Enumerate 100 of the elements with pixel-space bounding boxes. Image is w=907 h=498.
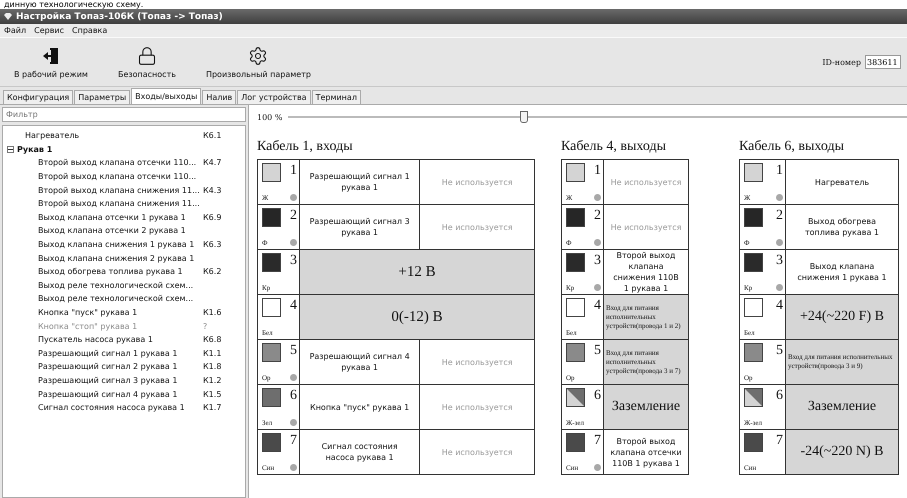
gem-icon	[4, 13, 12, 20]
tree-item[interactable]: Второй выход клапана отсечки 110...	[38, 172, 203, 182]
tree-item[interactable]: Кнопка "пуск" рукава 1	[38, 308, 203, 318]
tab[interactable]: Лог устройства	[237, 90, 311, 104]
power-label: -24(~220 N) В	[800, 444, 884, 460]
id-label: ID-номер	[822, 58, 861, 66]
toolbar-button[interactable]: В рабочий режим	[6, 44, 96, 80]
pin-number: 3	[776, 253, 783, 270]
pin-code: К6.2	[203, 267, 222, 276]
menu-item[interactable]: Справка	[72, 26, 108, 35]
signal-status: Не используется	[440, 176, 514, 188]
tree-item[interactable]: Выход реле технологической схем...	[38, 280, 203, 290]
power-label: Заземление	[808, 399, 876, 415]
signal-status: Не используется	[610, 176, 682, 188]
pin-number: 2	[290, 208, 297, 225]
pin-number: 4	[776, 298, 783, 315]
tree-item[interactable]: Разрешающий сигнал 2 рукава 1	[38, 362, 203, 372]
menu-item[interactable]: Сервис	[34, 26, 64, 35]
power-label: +12 В	[398, 264, 436, 280]
pin-code: К1.1	[203, 348, 222, 358]
pin-number: 1	[290, 163, 297, 180]
pin-number: 3	[290, 253, 297, 270]
signal-name: Второй выход клапана отсечки 110В 1 рукава 1	[609, 436, 683, 468]
tree-item[interactable]: Сигнал состояния насоса рукава 1	[38, 403, 203, 412]
signal-name: Выход клапана снижения 1 рукава 1	[796, 261, 888, 283]
tree-item[interactable]: Выход клапана отсечки 1 рукава 1	[38, 212, 203, 222]
pin-code: К4.7	[203, 158, 222, 168]
pin-number: 5	[776, 343, 783, 360]
signal-name: Кнопка "пуск" рукава 1	[309, 402, 410, 412]
tree-item[interactable]: Разрешающий сигнал 3 рукава 1	[38, 376, 203, 385]
tab[interactable]: Налив	[202, 90, 236, 104]
signal-status: Не используется	[610, 222, 682, 232]
tree-item[interactable]: Второй выход клапана снижения 11...	[38, 199, 203, 208]
pin-code: К6.1	[203, 131, 222, 140]
menu-item[interactable]: Файл	[4, 26, 26, 35]
pin-number: 5	[594, 343, 601, 360]
pin-number: 7	[290, 433, 297, 450]
pin-number: 7	[776, 433, 783, 450]
lock-icon	[136, 46, 157, 66]
tree-item[interactable]: Пускатель насоса рукава 1	[38, 335, 203, 344]
tree-item[interactable]: Выход обогрева топлива рукава 1	[38, 267, 203, 276]
pin-number: 4	[290, 298, 297, 315]
slider-thumb[interactable]	[520, 111, 528, 123]
signal-name: Второй выход клапана снижения 110В 1 рукава 1	[612, 250, 680, 294]
tab[interactable]: Терминал	[312, 90, 361, 104]
tree-item[interactable]: Нагреватель	[25, 131, 203, 140]
pin-code: К1.2	[203, 376, 222, 385]
pin-number: 6	[594, 388, 601, 405]
tree-item[interactable]: Выход клапана снижения 1 рукава 1	[38, 240, 203, 250]
signal-name: Выход обогрева топлива рукава 1	[804, 216, 880, 238]
signal-name: Разрешающий сигнал 4 рукава 1	[308, 351, 411, 373]
pin-code: ?	[203, 322, 208, 331]
tree-item[interactable]: Выход клапана отсечки 2 рукава 1	[38, 226, 203, 236]
pin-number: 4	[594, 298, 601, 315]
pin-number: 5	[290, 343, 297, 360]
pin-code: К1.6	[203, 308, 222, 318]
pin-code: К1.7	[203, 403, 222, 412]
pin-code: К6.3	[203, 240, 222, 250]
toolbar-button[interactable]: Произвольный параметр	[198, 44, 319, 80]
toolbar-button[interactable]: Безопасность	[110, 44, 184, 80]
pin-code: К1.5	[203, 390, 222, 399]
signal-name: Разрешающий сигнал 1 рукава 1	[308, 171, 411, 193]
zoom-label: 100 %	[257, 112, 282, 122]
pin-number: 6	[290, 388, 297, 405]
tree-item[interactable]: Второй выход клапана отсечки 110...	[38, 158, 203, 168]
cable-title: Кабель 6, выходы	[739, 139, 845, 156]
gear-icon	[248, 46, 268, 66]
signal-name: Разрешающий сигнал 3 рукава 1	[308, 216, 411, 238]
pin-number: 1	[594, 163, 601, 180]
tree-item[interactable]: Разрешающий сигнал 1 рукава 1	[38, 348, 203, 358]
pin-number: 1	[776, 163, 783, 180]
power-label: 0(-12) В	[391, 308, 443, 326]
cable-title: Кабель 4, выходы	[561, 139, 667, 156]
tab[interactable]: Конфигурация	[3, 90, 74, 104]
cable-title: Кабель 1, входы	[257, 139, 354, 156]
tab[interactable]: Входы/выходы	[131, 88, 202, 104]
pin-number: 2	[776, 208, 783, 225]
signal-status: Не используется	[440, 402, 514, 412]
power-label: +24(~220 F) В	[800, 309, 884, 325]
tree-item[interactable]: Второй выход клапана снижения 11...	[38, 186, 203, 195]
tab[interactable]: Параметры	[74, 90, 130, 104]
caption-text: динную технологическую схему.	[3, 0, 144, 9]
signal-name: Нагреватель	[814, 176, 870, 188]
pin-code: К4.3	[203, 186, 222, 195]
tree-item[interactable]: Выход клапана снижения 2 рукава 1	[38, 254, 203, 263]
pin-code: К1.8	[203, 362, 222, 372]
pin-number: 7	[594, 433, 601, 450]
pin-code: К6.9	[203, 212, 222, 222]
signal-status: Не используется	[440, 222, 514, 232]
collapse-toggle-icon[interactable]	[7, 146, 14, 153]
pin-number: 6	[776, 388, 783, 405]
signal-status: Не используется	[440, 356, 514, 368]
tree-item[interactable]: Разрешающий сигнал 4 рукава 1	[38, 390, 203, 399]
signal-status: Не используется	[440, 446, 514, 458]
id-field[interactable]: 383611	[865, 55, 901, 69]
signal-name: Сигнал состояния насоса рукава 1	[320, 441, 399, 463]
tree-group[interactable]: Рукав 1	[17, 144, 167, 154]
filter-field[interactable]: Фильтр	[2, 107, 246, 122]
tree-item[interactable]: Выход реле технологической схем...	[38, 294, 203, 304]
pin-code: К6.8	[203, 335, 222, 344]
